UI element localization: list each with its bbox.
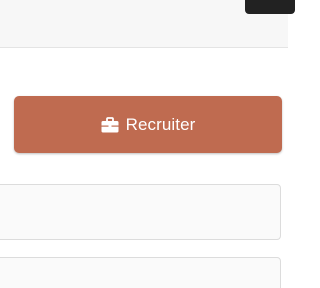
corner-tab[interactable]: [245, 0, 295, 14]
briefcase-icon: [101, 116, 119, 133]
input-field[interactable]: [0, 184, 281, 240]
page: Recruiter: [0, 0, 295, 288]
recruiter-button-label: Recruiter: [125, 114, 196, 134]
recruiter-button[interactable]: Recruiter: [14, 96, 282, 153]
input-field[interactable]: [0, 257, 281, 288]
